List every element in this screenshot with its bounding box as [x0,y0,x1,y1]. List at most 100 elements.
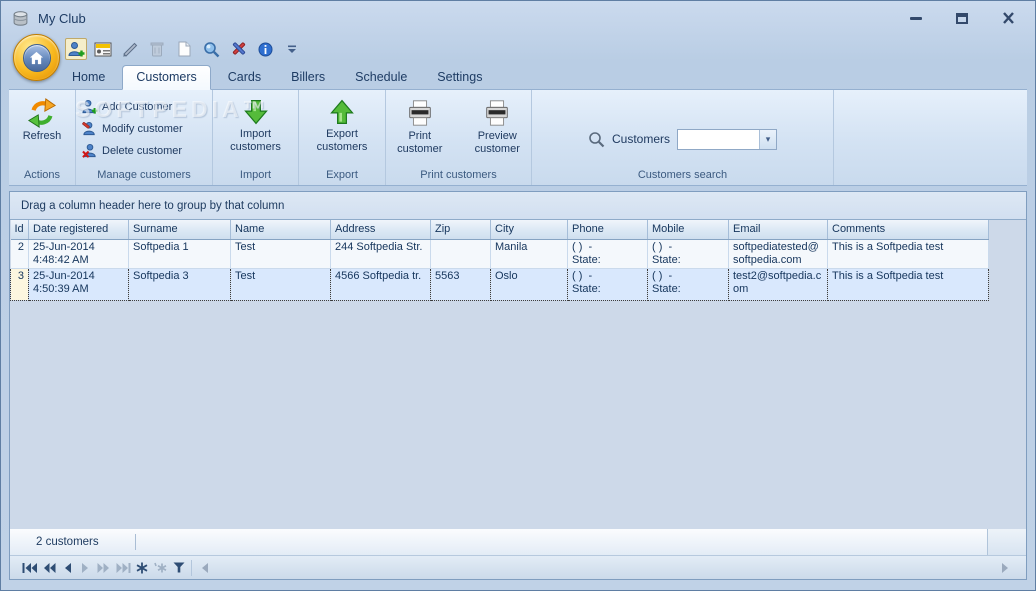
tab-customers[interactable]: Customers [122,65,211,90]
maximize-button[interactable] [951,10,973,26]
cell-zip [430,239,491,269]
cell-id: 2 [10,239,29,269]
customers-view: Drag a column header here to group by th… [9,191,1027,580]
home-button[interactable] [13,34,60,81]
search-icon [589,131,605,147]
refresh-icon [27,98,57,128]
minimize-icon [910,16,922,20]
group-caption-search: Customers search [637,169,728,181]
maximize-icon [956,12,968,24]
qat-about-icon[interactable] [254,38,276,60]
import-customers-button[interactable]: Import customers [230,90,281,168]
tab-cards[interactable]: Cards [215,66,274,89]
column-header-mobile[interactable]: Mobile [647,220,729,240]
cell-mobile: ( ) - State: [647,239,729,269]
qat-edit-customer-icon[interactable] [119,38,141,60]
nav-first-icon [22,562,37,573]
add-customer-label: Add Customer [102,100,173,113]
tab-schedule[interactable]: Schedule [342,66,420,89]
scroll-left-arrow[interactable] [196,559,214,577]
column-header-surname[interactable]: Surname [128,220,231,240]
import-arrow-icon [243,100,268,125]
minimize-button[interactable] [905,10,927,26]
column-header-name[interactable]: Name [230,220,331,240]
tab-billers[interactable]: Billers [278,66,338,89]
horizontal-scrollbar[interactable] [214,559,996,577]
column-header-id[interactable]: Id [10,220,29,240]
column-header-zip[interactable]: Zip [430,220,491,240]
ribbon-group-search: Customers ▾ Customers search [532,90,834,185]
nav-filter-icon [173,562,184,573]
import-customers-label: Import customers [230,128,281,153]
column-header-address[interactable]: Address [330,220,431,240]
ribbon-tab-strip: Home Customers Cards Billers Schedule Se… [9,63,1027,90]
scroll-right-icon [1002,562,1008,573]
column-header-comments[interactable]: Comments [827,220,989,240]
qat-tools-icon[interactable] [227,38,249,60]
nav-next-button[interactable] [76,559,93,577]
nav-next-page-button[interactable] [93,559,113,577]
group-by-panel[interactable]: Drag a column header here to group by th… [10,192,1026,220]
table-row[interactable]: 2 25-Jun-2014 4:48:42 AM Softpedia 1 Tes… [10,239,989,269]
cell-email: softpediatested@softpedia.com [728,239,828,269]
printer-icon [408,100,431,126]
nav-prior-icon [64,562,71,573]
nav-edit-icon [153,562,166,572]
cell-date-registered: 25-Jun-2014 4:48:42 AM [28,239,129,269]
nav-prior-button[interactable] [59,559,76,577]
search-label: Customers [611,132,670,146]
ribbon-group-actions: Refresh Actions [9,90,76,185]
app-icon [12,10,29,27]
column-header-email[interactable]: Email [728,220,828,240]
nav-insert-icon [136,562,147,573]
customers-search-input[interactable] [678,129,759,149]
cell-comments: This is a Softpedia test [827,239,989,269]
nav-insert-button[interactable] [133,559,150,577]
refresh-button[interactable]: Refresh [23,90,61,168]
nav-prior-page-button[interactable] [39,559,59,577]
print-customer-button[interactable]: Print customer [397,90,442,168]
nav-last-icon [116,562,130,573]
data-navigator [10,555,1026,579]
tab-home[interactable]: Home [59,66,118,89]
ribbon-group-import: Import customers Import [213,90,299,185]
cell-mobile: ( ) - State: [647,267,729,301]
qat-delete-customer-icon[interactable] [146,38,168,60]
qat-customize-chevron-icon[interactable] [284,39,300,59]
status-bar: 2 customers [10,529,988,555]
add-customer-button[interactable]: Add Customer [82,97,172,116]
titlebar[interactable]: My Club [9,1,1027,35]
group-caption-manage: Manage customers [97,169,191,181]
nav-first-button[interactable] [19,559,39,577]
nav-last-button[interactable] [113,559,133,577]
export-customers-label: Export customers [316,128,368,153]
status-row: 2 customers [10,529,1026,555]
nav-edit-button[interactable] [150,559,170,577]
cell-zip: 5563 [430,267,491,301]
table-row-selected[interactable]: 3 25-Jun-2014 4:50:39 AM Softpedia 3 Tes… [10,267,989,301]
qat-new-record-icon[interactable] [173,38,195,60]
cell-address: 4566 Softpedia tr. [330,267,431,301]
scroll-right-arrow[interactable] [996,559,1014,577]
preview-customer-button[interactable]: Preview customer [475,90,520,168]
close-button[interactable] [997,10,1019,26]
search-dropdown-button[interactable]: ▾ [759,129,776,149]
group-caption-export: Export [326,169,358,181]
qat-add-customer-icon[interactable] [65,38,87,60]
modify-customer-label: Modify customer [102,122,183,135]
group-by-hint: Drag a column header here to group by th… [21,199,285,212]
cell-city: Manila [490,239,568,269]
qat-preview-icon[interactable] [200,38,222,60]
group-caption-actions: Actions [23,169,61,181]
group-caption-print: Print customers [420,169,497,181]
delete-customer-button[interactable]: Delete customer [82,141,182,160]
column-header-city[interactable]: City [490,220,568,240]
column-header-date-registered[interactable]: Date registered [28,220,129,240]
modify-customer-button[interactable]: Modify customer [82,119,183,138]
record-count: 2 customers [36,536,99,548]
qat-member-card-icon[interactable] [92,38,114,60]
nav-filter-button[interactable] [170,559,187,577]
column-header-phone[interactable]: Phone [567,220,648,240]
export-customers-button[interactable]: Export customers [316,90,368,168]
tab-settings[interactable]: Settings [424,66,495,89]
